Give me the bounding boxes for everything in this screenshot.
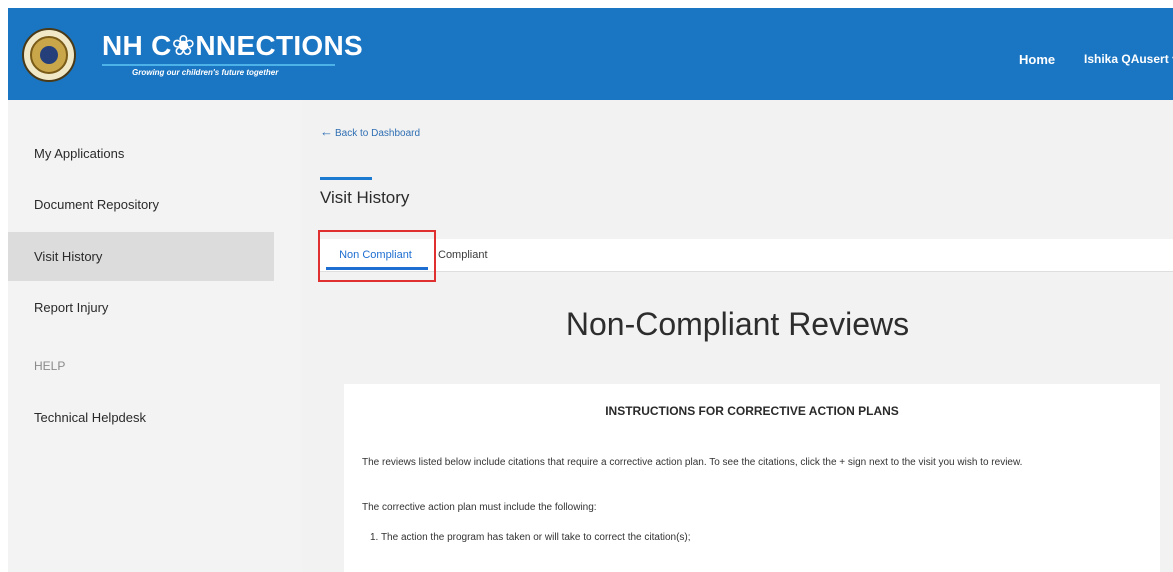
top-header: NH C❀NNECTIONS Growing our children's fu…: [8, 8, 1173, 100]
sidebar-item-document-repository[interactable]: Document Repository: [8, 182, 274, 228]
reviews-heading: Non-Compliant Reviews: [565, 306, 910, 342]
state-seal-icon: [22, 28, 76, 82]
back-link-label: Back to Dashboard: [335, 128, 421, 139]
brand-tagline: Growing our children's future together: [132, 68, 279, 77]
title-accent-rule: [320, 177, 372, 180]
sidebar-heading-help: HELP: [34, 359, 66, 373]
sidebar-item-report-injury[interactable]: Report Injury: [8, 285, 274, 331]
tab-compliant[interactable]: Compliant: [438, 239, 488, 272]
sidebar-item-visit-history[interactable]: Visit History: [8, 232, 274, 281]
instructions-paragraph: The reviews listed below include citatio…: [362, 457, 1023, 468]
compliance-tabs: Non Compliant Compliant: [318, 239, 1173, 272]
instructions-card: INSTRUCTIONS FOR CORRECTIVE ACTION PLANS…: [344, 384, 1160, 572]
back-arrow-icon: ←: [320, 124, 333, 139]
brand-title: NH C❀NNECTIONS: [102, 30, 363, 61]
sidebar-item-technical-helpdesk[interactable]: Technical Helpdesk: [8, 395, 274, 441]
instructions-paragraph: The corrective action plan must include …: [362, 502, 597, 513]
instructions-list-item: 1. The action the program has taken or w…: [370, 532, 691, 543]
sidebar: My Applications Document Repository Visi…: [8, 100, 302, 572]
back-to-dashboard-link[interactable]: ← Back to Dashboard: [320, 124, 420, 139]
highlight-box: [318, 230, 436, 282]
nav-home-link[interactable]: Home: [1019, 52, 1055, 67]
instructions-title: INSTRUCTIONS FOR CORRECTIVE ACTION PLANS: [605, 404, 899, 418]
page-title: Visit History: [320, 188, 410, 207]
brand-underline: [102, 64, 335, 66]
user-menu[interactable]: Ishika QAusert ▾: [1084, 52, 1173, 66]
sidebar-item-my-applications[interactable]: My Applications: [8, 131, 274, 177]
